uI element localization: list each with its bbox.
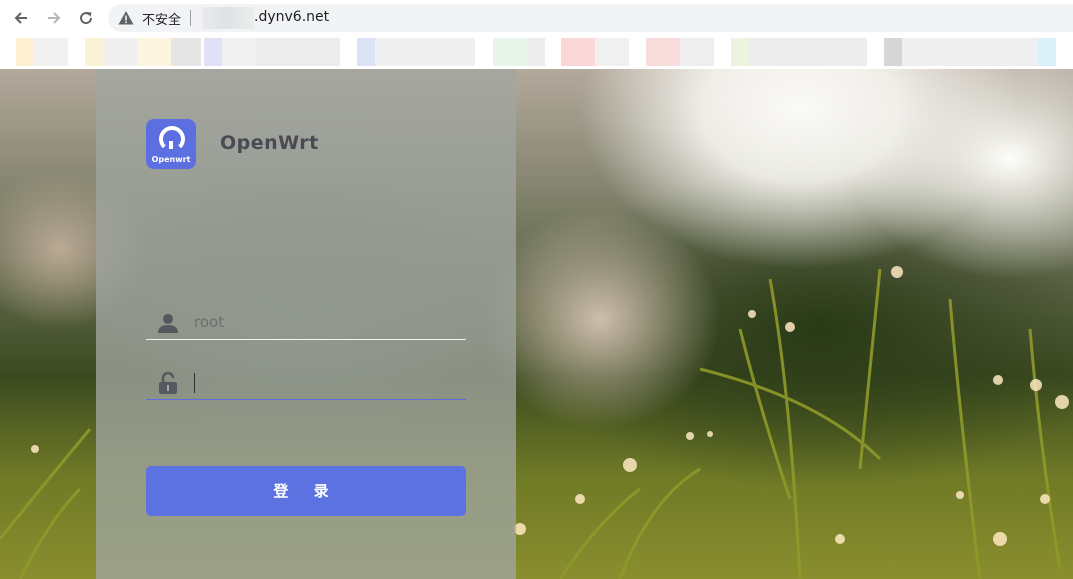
text-caret (194, 373, 195, 393)
forward-button[interactable] (42, 6, 66, 30)
bookmark-item[interactable] (103, 38, 137, 66)
bookmark-item[interactable] (731, 38, 749, 66)
bookmark-item[interactable] (137, 38, 171, 66)
bookmark-item[interactable] (646, 38, 680, 66)
arrow-right-icon (48, 12, 61, 24)
bookmark-item[interactable] (529, 38, 545, 66)
login-button[interactable]: 登 录 (146, 466, 466, 516)
address-bar[interactable]: 不安全 .dynv6.net (108, 4, 1073, 32)
bookmark-item[interactable] (1038, 38, 1056, 66)
bookmark-item[interactable] (222, 38, 256, 66)
login-page-background: Openwrt OpenWrt 登 录 (0, 69, 1073, 579)
bookmark-item[interactable] (85, 38, 103, 66)
arrow-left-icon (14, 12, 27, 24)
address-divider (190, 10, 191, 26)
security-status-label[interactable]: 不安全 (142, 9, 181, 28)
bookmark-item[interactable] (595, 38, 629, 66)
browser-chrome: 不安全 .dynv6.net (0, 0, 1073, 70)
bookmark-item[interactable] (493, 38, 529, 66)
bookmark-item[interactable] (256, 38, 340, 66)
url-text[interactable]: .dynv6.net (254, 9, 329, 25)
bookmark-item[interactable] (16, 38, 34, 66)
power-stem (169, 141, 173, 149)
openwrt-logo: Openwrt (146, 119, 196, 169)
bookmark-item[interactable] (561, 38, 595, 66)
bookmark-item[interactable] (375, 38, 475, 66)
password-input[interactable] (194, 369, 464, 395)
username-field (146, 305, 466, 340)
back-button[interactable] (9, 6, 33, 30)
user-icon (158, 314, 178, 333)
reload-button[interactable] (74, 6, 98, 30)
bookmark-item[interactable] (204, 38, 222, 66)
reload-icon (80, 12, 93, 25)
bookmark-item[interactable] (357, 38, 375, 66)
username-input[interactable] (194, 309, 464, 335)
bookmark-item[interactable] (902, 38, 1038, 66)
logo-text: Openwrt (151, 155, 191, 164)
bookmark-item[interactable] (34, 38, 68, 66)
bookmark-item[interactable] (680, 38, 714, 66)
login-panel: Openwrt OpenWrt 登 录 (96, 69, 516, 579)
bookmark-item[interactable] (171, 38, 201, 66)
bookmark-item[interactable] (749, 38, 867, 66)
url-redacted-part (202, 7, 254, 29)
brand-name: OpenWrt (220, 132, 319, 154)
unlock-icon (159, 371, 177, 394)
bookmark-item[interactable] (884, 38, 902, 66)
bookmarks-bar (0, 36, 1073, 68)
warning-triangle-icon (118, 11, 134, 25)
